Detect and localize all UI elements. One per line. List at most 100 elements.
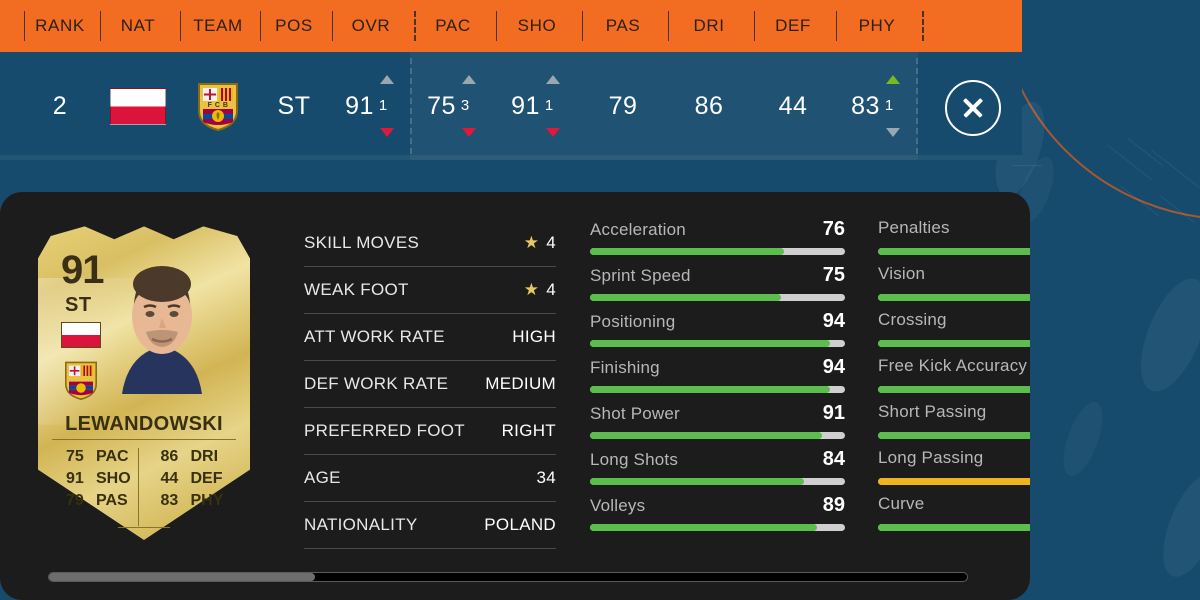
- stat-bar-track: [878, 386, 1030, 393]
- star-icon: ★: [523, 233, 540, 252]
- header-col-label: DEF: [775, 16, 811, 35]
- svg-text:F C B: F C B: [208, 102, 229, 109]
- card-stat-line: 83 PHY: [161, 492, 233, 510]
- stat-bar-head: Acceleration 76: [590, 218, 845, 241]
- attribute-value: POLAND: [484, 515, 556, 534]
- card-stat-line: 44 DEF: [161, 470, 233, 488]
- stat-value-wrap: 79: [609, 92, 638, 121]
- header-col-rank[interactable]: RANK: [24, 0, 96, 52]
- header-col-label: TEAM: [193, 16, 243, 35]
- attribute-label: DEF WORK RATE: [304, 374, 449, 393]
- stat-bar-value: 89: [822, 494, 845, 516]
- column-divider: [922, 11, 924, 41]
- header-col-nat[interactable]: NAT: [100, 0, 176, 52]
- header-col-team[interactable]: TEAM: [180, 0, 256, 52]
- card-stat-value: 91: [66, 470, 84, 487]
- cell-def: 44: [754, 52, 832, 160]
- arrow-up-icon: [885, 75, 900, 84]
- position-value: ST: [277, 91, 311, 120]
- column-divider: [180, 11, 181, 41]
- stat-bar-fill: [590, 432, 823, 439]
- stat-bar-head: Short Passing: [878, 402, 1030, 422]
- stat-value: 83: [851, 91, 880, 120]
- attribute-value-wrap: ★ 4: [524, 280, 556, 300]
- column-divider: [754, 11, 755, 41]
- attribute-label: WEAK FOOT: [304, 280, 409, 299]
- close-button[interactable]: [945, 80, 1001, 136]
- card-stats-left: 75 PAC 91 SHO 79 PAS: [56, 448, 138, 526]
- header-col-sho[interactable]: SHO: [496, 0, 578, 52]
- attribute-value-wrap: MEDIUM: [485, 374, 556, 394]
- arrow-down-icon: [885, 128, 900, 137]
- stat-change-indicator: 1: [883, 75, 903, 137]
- header-col-end[interactable]: [922, 0, 932, 52]
- player-detail-panel: 91 ST LEWANDOWSKI 75 PAC 91 SHO 79 PAS 8…: [0, 192, 1030, 600]
- stat-value-wrap: 83 1: [851, 75, 903, 137]
- stat-bar-item: Long Passing: [878, 448, 1030, 494]
- scrollbar-thumb[interactable]: [49, 573, 316, 581]
- stat-bars-column-1: Acceleration 76 Sprint Speed 75 Positioning 9…: [590, 218, 845, 540]
- attribute-value-wrap: RIGHT: [502, 421, 556, 441]
- card-rating: 91: [61, 248, 104, 292]
- attribute-value-wrap: HIGH: [512, 327, 556, 347]
- stat-bar-item: Free Kick Accuracy: [878, 356, 1030, 402]
- stat-bar-fill: [878, 432, 1030, 439]
- header-col-dri[interactable]: DRI: [668, 0, 750, 52]
- header-col-pas[interactable]: PAS: [582, 0, 664, 52]
- header-col-def[interactable]: DEF: [754, 0, 832, 52]
- attribute-value: MEDIUM: [485, 374, 556, 393]
- header-col-ovr[interactable]: OVR: [332, 0, 410, 52]
- header-col-pac[interactable]: PAC: [414, 0, 492, 52]
- horizontal-scrollbar[interactable]: [48, 572, 968, 582]
- card-stat-key: PAS: [96, 492, 128, 509]
- background-blob: [1056, 397, 1111, 481]
- attribute-label: ATT WORK RATE: [304, 327, 445, 346]
- stat-bar-item: Volleys 89: [590, 494, 845, 540]
- stat-delta-value: 1: [378, 97, 388, 114]
- stat-value-wrap: 86: [695, 92, 724, 121]
- stat-value-wrap: 91 1: [511, 75, 563, 137]
- stat-bar-label: Short Passing: [878, 402, 987, 421]
- background-streak: [1012, 165, 1042, 166]
- stat-bar-label: Free Kick Accuracy: [878, 356, 1028, 375]
- cell-phy: 83 1: [836, 52, 918, 160]
- stat-bar-track: [590, 340, 845, 347]
- column-divider: [836, 11, 837, 41]
- header-col-pos[interactable]: POS: [260, 0, 328, 52]
- stat-bar-label: Shot Power: [590, 404, 680, 423]
- poland-flag-icon: [110, 87, 166, 125]
- arrow-down-icon: [461, 128, 476, 137]
- stat-bar-item: Positioning 94: [590, 310, 845, 356]
- stat-bar-label: Volleys: [590, 496, 646, 515]
- stat-bar-track: [878, 478, 1030, 485]
- card-stat-line: 79 PAS: [66, 492, 138, 510]
- cell-pac: 75 3: [414, 52, 492, 160]
- player-row[interactable]: 2 F C B ST 91 1 75 3 91 1 79 86 44 83 1: [0, 52, 1022, 160]
- stat-delta-value: 1: [884, 97, 894, 114]
- stat-bar-value: 91: [822, 402, 845, 424]
- card-player-name: LEWANDOWSKI: [65, 413, 223, 435]
- card-stat-value: 86: [160, 448, 179, 465]
- attribute-value: RIGHT: [501, 421, 556, 440]
- stat-change-indicator: 3: [459, 75, 479, 137]
- header-col-label: SHO: [517, 16, 557, 35]
- column-divider: [582, 11, 583, 41]
- card-name-bar: LEWANDOWSKI: [52, 410, 236, 440]
- stat-bar-item: Long Shots 84: [590, 448, 845, 494]
- stat-bar-head: Positioning 94: [590, 310, 845, 333]
- stat-bar-item: Short Passing: [878, 402, 1030, 448]
- card-stat-line: 75 PAC: [66, 448, 138, 466]
- background-streak: [1127, 138, 1163, 166]
- stat-bar-track: [878, 340, 1030, 347]
- stat-bar-head: Sprint Speed 75: [590, 264, 845, 287]
- stat-bar-item: Penalties: [878, 218, 1030, 264]
- attribute-label: NATIONALITY: [304, 515, 418, 534]
- stat-bar-track: [878, 524, 1030, 531]
- stat-bar-head: Long Shots 84: [590, 448, 845, 471]
- attribute-value: 34: [536, 468, 556, 487]
- stat-change-indicator: 1: [543, 75, 563, 137]
- cell-rank: 2: [52, 91, 68, 120]
- header-col-phy[interactable]: PHY: [836, 0, 918, 52]
- attribute-label: SKILL MOVES: [304, 233, 420, 252]
- player-fut-card[interactable]: 91 ST LEWANDOWSKI 75 PAC 91 SHO 79 PAS 8…: [38, 220, 250, 540]
